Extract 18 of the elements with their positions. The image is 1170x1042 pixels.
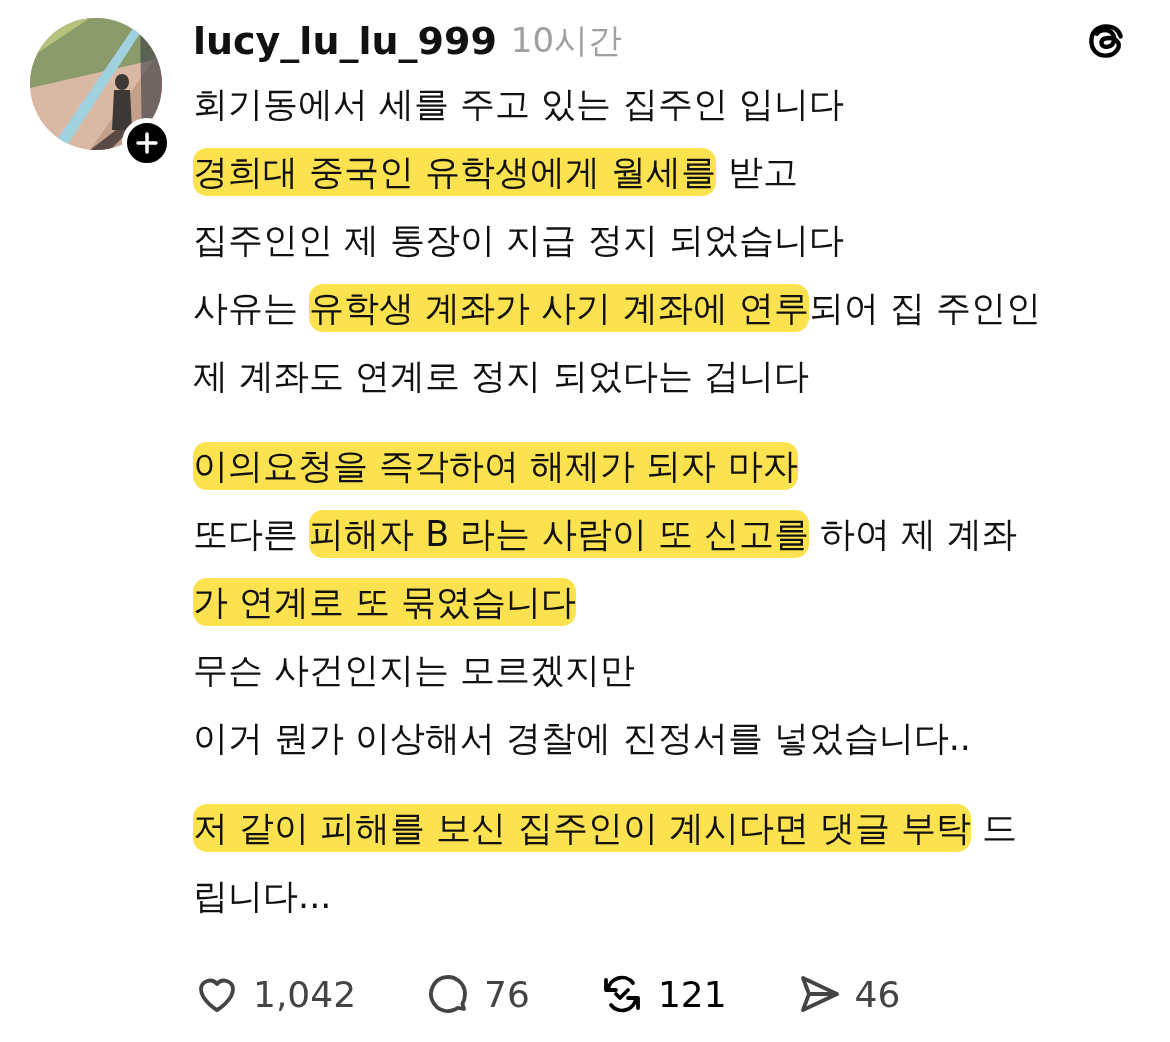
post-text-line: 사유는 유학생 계좌가 사기 계좌에 연루되어 집 주인인 [193, 274, 1140, 342]
username[interactable]: lucy_lu_lu_999 [193, 19, 497, 63]
share-button[interactable]: 46 [794, 970, 901, 1018]
post-text-line: 제 계좌도 연계로 정지 되었다는 겁니다 [193, 355, 810, 398]
post-text-line: 회기동에서 세를 주고 있는 집주인 입니다 [193, 83, 845, 126]
reply-button[interactable]: 76 [424, 970, 530, 1018]
post-text-line: 무슨 사건인지는 모르겠지만 [193, 649, 637, 692]
post-text-line: 경희대 중국인 유학생에게 월세를 받고 [193, 138, 1140, 206]
post-time: 10시간 [510, 19, 623, 62]
post-text-line: 이거 뭔가 이상해서 경찰에 진정서를 넣었습니다.. [193, 717, 972, 760]
repost-button[interactable]: 121 [597, 970, 727, 1018]
post-text-line: 집주인인 제 통장이 지급 정지 되었습니다 [193, 219, 845, 262]
post-text-line: 립니다... [193, 875, 333, 918]
post-text-line: 또다른 피해자 B 라는 사람이 또 신고를 하여 제 계좌 [193, 500, 1140, 568]
post-text-line: 이의요청을 즉각하여 해제가 되자 마자 [193, 432, 1140, 500]
plus-icon [135, 131, 159, 155]
like-button[interactable]: 1,042 [193, 970, 357, 1018]
post-text-line: 가 연계로 또 묶였습니다 [193, 568, 1140, 636]
